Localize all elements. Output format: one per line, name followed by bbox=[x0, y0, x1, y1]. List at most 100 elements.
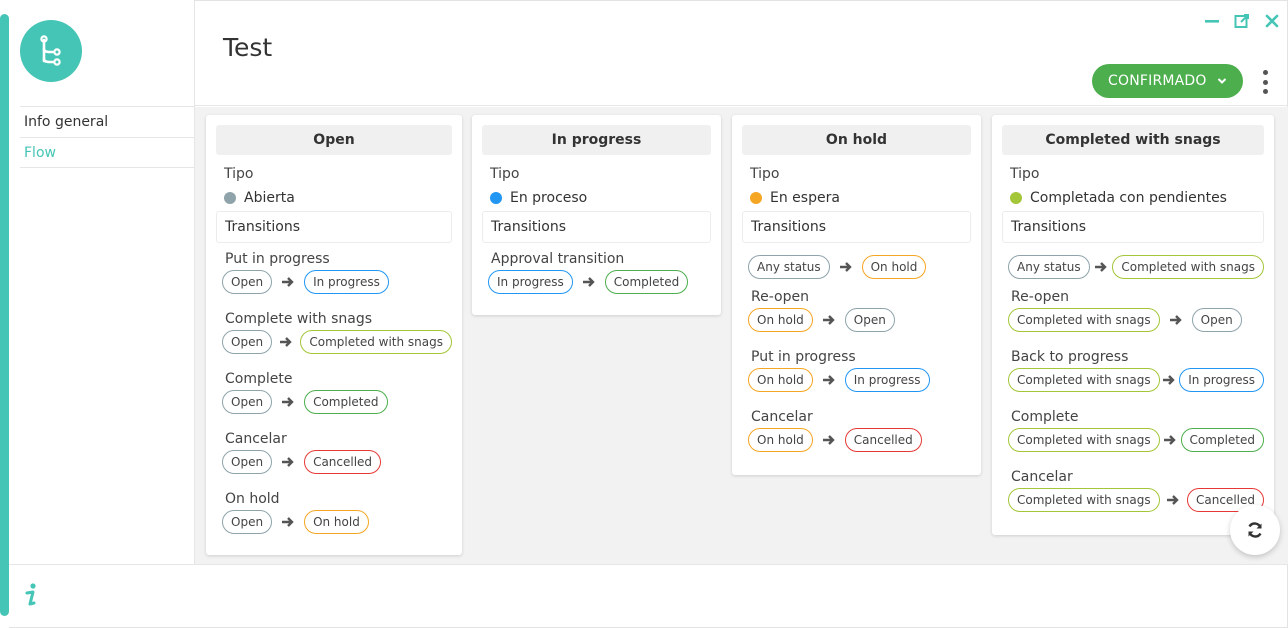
transitions-header: Transitions bbox=[742, 211, 971, 243]
transition-item: On hold Open On hold bbox=[222, 489, 452, 549]
status-chip-completed-with-snags[interactable]: Completed with snags bbox=[1008, 308, 1160, 332]
transition-item: Approval transition In progress Complete… bbox=[488, 249, 711, 309]
status-chip-on-hold[interactable]: On hold bbox=[748, 428, 813, 452]
arrow-right-icon bbox=[1160, 374, 1180, 386]
status-chip-completed[interactable]: Completed bbox=[304, 390, 388, 414]
status-column-open: Open Tipo Abierta Transitions Put in pro… bbox=[206, 115, 462, 555]
status-chip-completed-with-snags[interactable]: Completed with snags bbox=[1008, 428, 1160, 452]
status-column-completed-with-snags: Completed with snags Tipo Completada con… bbox=[992, 115, 1274, 535]
transition-name: Re-open bbox=[1011, 289, 1069, 305]
transition-name: Approval transition bbox=[491, 251, 625, 267]
transition-flow: Any status On hold bbox=[748, 247, 971, 287]
window-controls bbox=[1202, 11, 1282, 31]
status-chip-completed-with-snags[interactable]: Completed with snags bbox=[1112, 255, 1264, 279]
status-dropdown-button[interactable]: CONFIRMADO bbox=[1092, 64, 1243, 98]
transition-name: Re-open bbox=[751, 289, 809, 305]
transition-item: Complete with snags Open Completed with … bbox=[222, 309, 452, 369]
arrow-right-icon bbox=[272, 396, 304, 408]
status-label: CONFIRMADO bbox=[1108, 73, 1207, 89]
arrow-right-icon bbox=[830, 261, 862, 273]
kebab-menu-icon[interactable] bbox=[1257, 68, 1273, 96]
page-title: Test bbox=[223, 33, 273, 62]
status-chip-on-hold[interactable]: On hold bbox=[748, 368, 813, 392]
minimize-icon[interactable] bbox=[1202, 11, 1222, 31]
sidebar-nav: Info general Flow bbox=[20, 106, 195, 168]
transition-name: Complete bbox=[225, 371, 293, 387]
transition-flow: Completed with snags Cancelled bbox=[1008, 487, 1264, 513]
status-chip-any-status[interactable]: Any status bbox=[748, 255, 830, 279]
tipo-value-text: En espera bbox=[770, 190, 840, 206]
arrow-right-icon bbox=[1090, 261, 1113, 273]
popout-icon[interactable] bbox=[1232, 11, 1252, 31]
status-chip-completed-with-snags[interactable]: Completed with snags bbox=[300, 330, 452, 354]
transition-flow: Completed with snags In progress bbox=[1008, 367, 1264, 393]
status-chip-open[interactable]: Open bbox=[222, 390, 273, 414]
status-chip-completed-with-snags[interactable]: Completed with snags bbox=[1008, 368, 1160, 392]
flow-branch-icon bbox=[20, 20, 82, 82]
transition-name: Complete with snags bbox=[225, 311, 372, 327]
tipo-value: En proceso bbox=[490, 189, 711, 207]
arrow-right-icon bbox=[813, 314, 845, 326]
arrow-right-icon bbox=[272, 276, 304, 288]
sidebar-item-info-general[interactable]: Info general bbox=[20, 106, 195, 137]
transition-list: Any status Completed with snags Re-open … bbox=[1002, 247, 1264, 527]
status-chip-in-progress[interactable]: In progress bbox=[844, 368, 930, 392]
transition-flow: Open In progress bbox=[222, 269, 452, 295]
transition-flow: Open Completed with snags bbox=[222, 329, 452, 355]
status-chip-on-hold[interactable]: On hold bbox=[861, 255, 927, 279]
status-chip-on-hold[interactable]: On hold bbox=[748, 308, 813, 332]
status-chip-completed[interactable]: Completed bbox=[1180, 428, 1264, 452]
status-chip-on-hold[interactable]: On hold bbox=[304, 510, 369, 534]
transition-name: Cancelar bbox=[751, 409, 813, 425]
status-column-in-progress: In progress Tipo En proceso Transitions … bbox=[472, 115, 721, 315]
tipo-value-text: Abierta bbox=[244, 190, 295, 206]
status-chip-any-status[interactable]: Any status bbox=[1008, 255, 1090, 279]
transition-list: Approval transition In progress Complete… bbox=[482, 249, 711, 309]
transition-flow: Completed with snags Open bbox=[1008, 307, 1264, 333]
status-chip-in-progress[interactable]: In progress bbox=[304, 270, 389, 294]
status-chip-in-progress[interactable]: In progress bbox=[1179, 368, 1264, 392]
transition-flow: Completed with snags Completed bbox=[1008, 427, 1264, 453]
transition-item: Re-open On hold Open bbox=[748, 287, 971, 347]
sidebar-item-flow[interactable]: Flow bbox=[20, 137, 195, 168]
arrow-right-icon bbox=[1160, 434, 1181, 446]
tipo-value-text: En proceso bbox=[510, 190, 588, 206]
transition-item: Put in progress Open In progress bbox=[222, 249, 452, 309]
status-chip-open[interactable]: Open bbox=[1191, 308, 1242, 332]
info-icon[interactable] bbox=[22, 582, 40, 608]
transition-name: Back to progress bbox=[1011, 349, 1129, 365]
status-chip-open[interactable]: Open bbox=[222, 510, 273, 534]
tipo-label: Tipo bbox=[490, 166, 520, 182]
transition-item: Cancelar Completed with snags Cancelled bbox=[1008, 467, 1264, 527]
status-chip-cancelled[interactable]: Cancelled bbox=[844, 428, 922, 452]
transition-item: Cancelar Open Cancelled bbox=[222, 429, 452, 489]
flow-board: Open Tipo Abierta Transitions Put in pro… bbox=[195, 107, 1288, 564]
transition-item: Re-open Completed with snags Open bbox=[1008, 287, 1264, 347]
status-chip-open[interactable]: Open bbox=[222, 270, 273, 294]
transition-flow: On hold In progress bbox=[748, 367, 971, 393]
transition-flow: On hold Open bbox=[748, 307, 971, 333]
status-chip-cancelled[interactable]: Cancelled bbox=[304, 450, 382, 474]
transitions-header: Transitions bbox=[216, 211, 452, 243]
transition-flow: Open Cancelled bbox=[222, 449, 452, 475]
status-column-on-hold: On hold Tipo En espera Transitions Any s… bbox=[732, 115, 981, 475]
transition-name: Cancelar bbox=[1011, 469, 1073, 485]
status-chip-open[interactable]: Open bbox=[844, 308, 895, 332]
column-title: Completed with snags bbox=[1002, 125, 1264, 155]
status-chip-open[interactable]: Open bbox=[222, 330, 273, 354]
transition-name: Cancelar bbox=[225, 431, 287, 447]
refresh-icon[interactable] bbox=[1230, 505, 1280, 555]
status-chip-in-progress[interactable]: In progress bbox=[488, 270, 573, 294]
column-title: In progress bbox=[482, 125, 711, 155]
close-icon[interactable] bbox=[1262, 11, 1282, 31]
status-dot bbox=[750, 192, 762, 204]
chevron-down-icon bbox=[1217, 73, 1227, 89]
transitions-header: Transitions bbox=[1002, 211, 1264, 243]
transition-name: On hold bbox=[225, 491, 280, 507]
status-chip-open[interactable]: Open bbox=[222, 450, 273, 474]
tipo-value: Completada con pendientes bbox=[1010, 189, 1264, 207]
status-chip-completed-with-snags[interactable]: Completed with snags bbox=[1008, 488, 1160, 512]
status-chip-completed[interactable]: Completed bbox=[604, 270, 689, 294]
tipo-label: Tipo bbox=[1010, 166, 1040, 182]
arrow-right-icon bbox=[272, 336, 300, 348]
